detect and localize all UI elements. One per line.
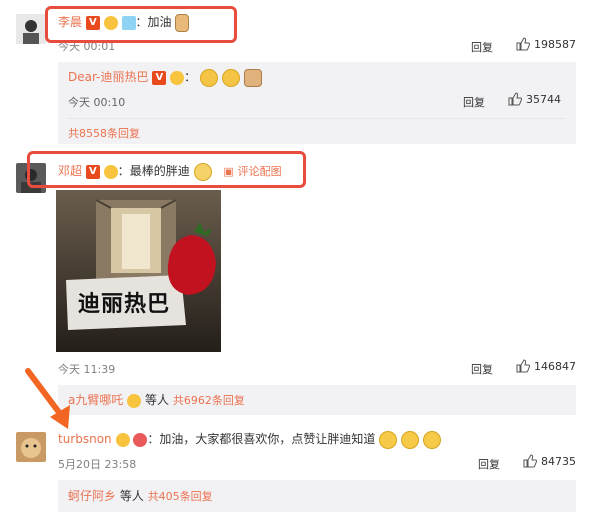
- divider: [68, 118, 566, 119]
- reply-summary: 蚵仔阿乡 等人 共405条回复: [68, 489, 213, 503]
- like-button[interactable]: 35744: [508, 92, 561, 106]
- reply-button[interactable]: 回复: [471, 361, 493, 377]
- avatar[interactable]: [16, 14, 46, 44]
- verified-icon: V: [152, 70, 167, 85]
- comment-text-line: turbsnon ：加油，大家都很喜欢你，点赞让胖迪知道: [58, 430, 441, 449]
- like-button[interactable]: 198587: [516, 37, 576, 51]
- crown-icon: [115, 432, 130, 447]
- reply-author[interactable]: 蚵仔阿乡: [68, 489, 116, 503]
- reply-button[interactable]: 回复: [463, 94, 485, 110]
- more-replies-link[interactable]: 共405条回复: [148, 490, 213, 503]
- like-count: 198587: [534, 37, 576, 51]
- thumb-up-icon: [516, 359, 530, 373]
- annotation-arrow-icon: [25, 368, 70, 429]
- like-count: 35744: [526, 92, 561, 106]
- highlight-box: [27, 151, 306, 188]
- reply-text-line: Dear-迪丽热巴 V ：: [68, 68, 262, 87]
- crown-icon: [170, 70, 185, 85]
- highlight-box: [45, 6, 237, 43]
- reply-author[interactable]: Dear-迪丽热巴: [68, 70, 148, 84]
- reply-summary: a九臂哪吒 等人 共6962条回复: [68, 393, 245, 408]
- like-button[interactable]: 146847: [516, 359, 576, 373]
- reply-button[interactable]: 回复: [471, 39, 493, 55]
- thumb-up-icon: [508, 92, 522, 106]
- sun-emoji-icon: [199, 68, 218, 87]
- pray-emoji-icon: [422, 430, 441, 449]
- like-button[interactable]: 84735: [523, 454, 576, 468]
- red-heart-icon: [133, 432, 148, 447]
- comment-image[interactable]: 迪丽热巴: [56, 190, 221, 352]
- more-replies-link[interactable]: 共8558条回复: [68, 125, 140, 141]
- more-replies-link[interactable]: 共6962条回复: [173, 394, 245, 407]
- muscle-emoji-icon: [243, 68, 262, 87]
- like-count: 146847: [534, 359, 576, 373]
- pray-emoji-icon: [379, 430, 398, 449]
- comment-text: 加油，大家都很喜欢你，点赞让胖迪知道: [159, 432, 376, 446]
- reply-time: 今天 00:10: [68, 96, 126, 109]
- avatar[interactable]: [16, 432, 46, 462]
- thumb-up-icon: [523, 454, 537, 468]
- reply-button[interactable]: 回复: [478, 456, 500, 472]
- thumb-up-icon: [516, 37, 530, 51]
- sun-emoji-icon: [221, 68, 240, 87]
- image-caption: 迪丽热巴: [78, 292, 171, 317]
- comment-time: 5月20日 23:58: [58, 458, 137, 471]
- crown-icon: [127, 393, 142, 408]
- like-count: 84735: [541, 454, 576, 468]
- pray-emoji-icon: [401, 430, 420, 449]
